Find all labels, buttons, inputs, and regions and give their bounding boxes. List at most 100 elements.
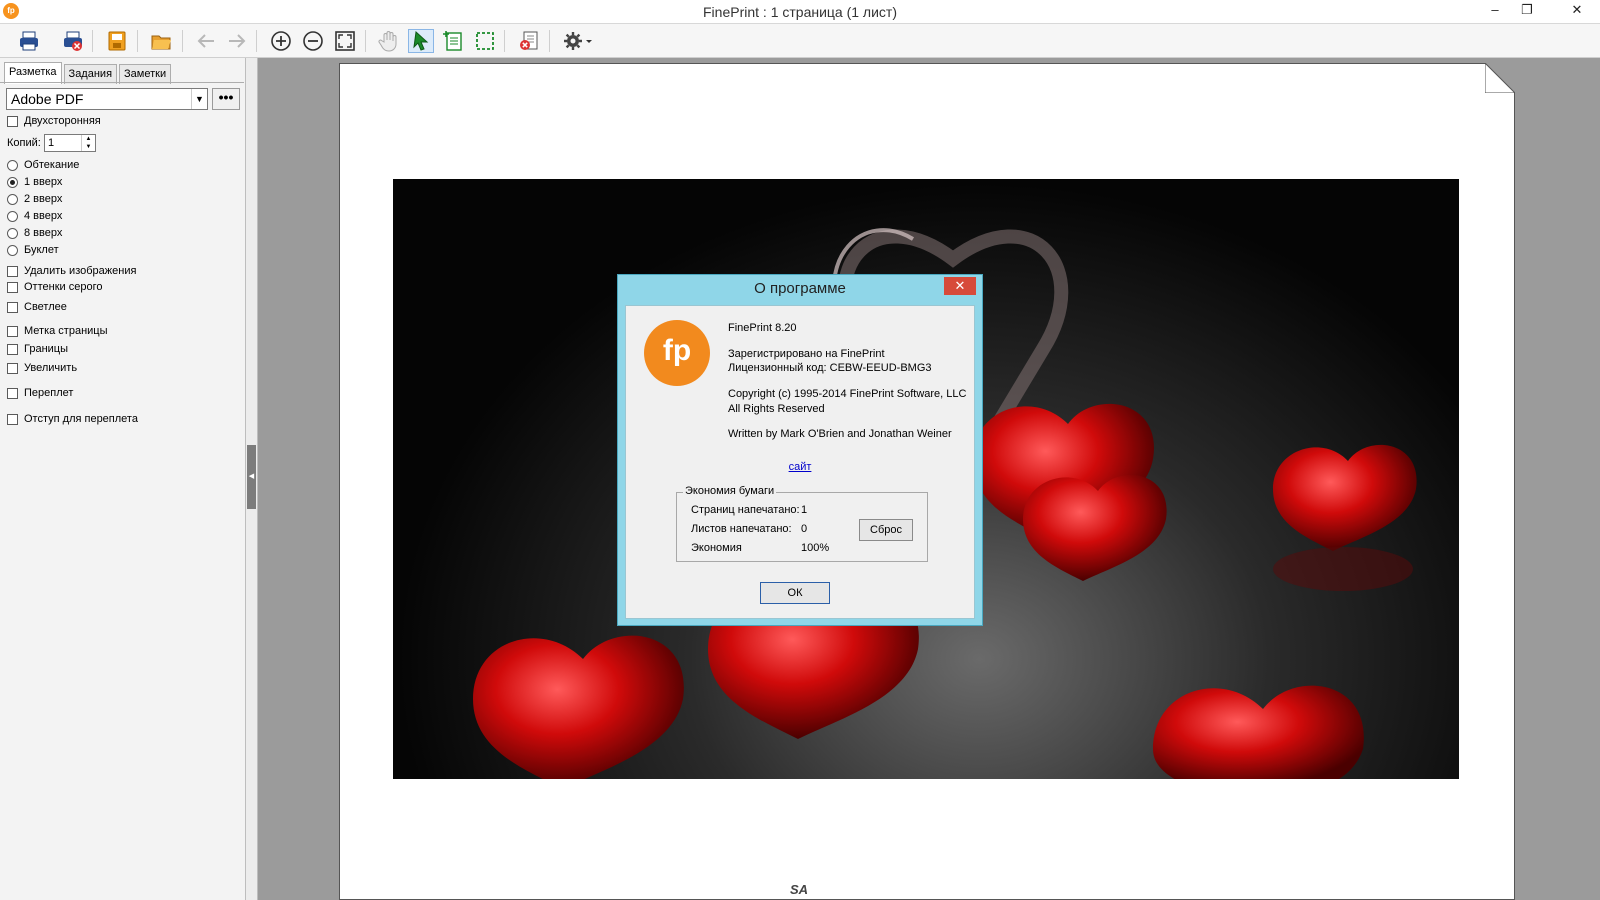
layout-panel: Разметка Задания Заметки Adobe PDF ▼ •••… — [0, 58, 246, 900]
option-label: Переплет — [24, 387, 74, 399]
radio-button[interactable] — [7, 244, 18, 256]
toolbar-separator — [182, 30, 183, 52]
fit-page-icon[interactable] — [332, 29, 358, 53]
checkbox-box[interactable] — [7, 343, 18, 355]
print-icon[interactable] — [16, 29, 42, 53]
tab-layout[interactable]: Разметка — [4, 62, 62, 84]
layout-option-label: Буклет — [24, 244, 59, 256]
copyright-text: Copyright (c) 1995-2014 FinePrint Softwa… — [728, 388, 967, 400]
page-footer-mark: SA — [790, 882, 809, 897]
tab-jobs[interactable]: Задания — [63, 64, 118, 84]
panel-splitter[interactable]: ◀ — [246, 58, 258, 900]
economy-label: Экономия — [691, 542, 742, 554]
save-icon[interactable] — [104, 29, 130, 53]
layout-radio-4up[interactable]: 4 вверх — [7, 209, 62, 223]
zoom-in-icon[interactable] — [268, 29, 294, 53]
forward-arrow-icon[interactable] — [224, 29, 250, 53]
option-label: Метка страницы — [24, 325, 108, 337]
printer-select-value: Adobe PDF — [11, 91, 84, 107]
option-label: Увеличить — [24, 362, 78, 374]
radio-button[interactable] — [7, 210, 18, 222]
checkbox-box[interactable] — [7, 387, 18, 399]
back-arrow-icon[interactable] — [193, 29, 219, 53]
printer-select[interactable]: Adobe PDF ▼ — [6, 88, 208, 110]
pages-printed-label: Страниц напечатано: — [691, 504, 800, 516]
add-page-icon[interactable] — [440, 29, 466, 53]
rights-text: All Rights Reserved — [728, 403, 825, 415]
enlarge-checkbox[interactable]: Увеличить — [7, 361, 77, 375]
select-pointer-icon[interactable] — [408, 29, 434, 53]
checkbox-box[interactable] — [7, 281, 18, 293]
checkbox-box[interactable] — [7, 115, 18, 127]
select-area-icon[interactable] — [472, 29, 498, 53]
option-label: Отступ для переплета — [24, 413, 138, 425]
radio-button[interactable] — [7, 159, 18, 171]
option-label: Оттенки серого — [24, 281, 103, 293]
lighter-checkbox[interactable]: Светлее — [7, 300, 67, 314]
hand-icon[interactable] — [376, 29, 402, 53]
grayscale-checkbox[interactable]: Оттенки серого — [7, 280, 102, 294]
delete-job-icon[interactable] — [516, 29, 542, 53]
savings-legend: Экономия бумаги — [683, 485, 777, 497]
layout-radio-booklet[interactable]: Буклет — [7, 243, 59, 257]
radio-button[interactable] — [7, 227, 18, 239]
toolbar-separator — [92, 30, 93, 52]
restore-button[interactable]: ❐ — [1512, 0, 1542, 22]
duplex-label: Двухсторонняя — [24, 115, 101, 127]
checkbox-box[interactable] — [7, 413, 18, 425]
pages-printed-value: 1 — [801, 504, 808, 516]
minimize-button[interactable]: – — [1480, 0, 1510, 22]
sheets-printed-label: Листов напечатано: — [691, 523, 792, 535]
copies-label: Копий: — [7, 137, 41, 149]
option-label: Светлее — [24, 301, 67, 313]
toolbar — [0, 24, 1600, 58]
title-bar: fp FinePrint : 1 страница (1 лист) – ❐ ✕ — [0, 0, 1600, 24]
layout-radio-8up[interactable]: 8 вверх — [7, 226, 62, 240]
option-label: Удалить изображения — [24, 265, 137, 277]
option-label: Границы — [24, 343, 68, 355]
zoom-out-icon[interactable] — [300, 29, 326, 53]
chevron-down-icon[interactable]: ▼ — [191, 89, 207, 109]
checkbox-box[interactable] — [7, 325, 18, 337]
layout-radio-wrap[interactable]: Обтекание — [7, 158, 79, 172]
ok-button[interactable]: ОК — [760, 582, 830, 604]
page-mark-checkbox[interactable]: Метка страницы — [7, 324, 108, 338]
dialog-title: О программе — [754, 280, 846, 297]
radio-button-selected[interactable] — [7, 176, 18, 188]
checkbox-box[interactable] — [7, 362, 18, 374]
site-link[interactable]: сайт — [626, 461, 974, 473]
layout-radio-2up[interactable]: 2 вверх — [7, 192, 62, 206]
authors-text: Written by Mark O'Brien and Jonathan Wei… — [728, 428, 952, 440]
toolbar-separator — [137, 30, 138, 52]
copies-value: 1 — [48, 137, 55, 149]
reset-button[interactable]: Сброс — [859, 519, 913, 541]
gutter-checkbox[interactable]: Отступ для переплета — [7, 412, 138, 426]
open-folder-icon[interactable] — [148, 29, 174, 53]
spin-arrows-icon[interactable]: ▲ ▼ — [81, 135, 95, 151]
printer-settings-button[interactable]: ••• — [212, 88, 240, 110]
remove-images-checkbox[interactable]: Удалить изображения — [7, 264, 136, 278]
dialog-close-button[interactable]: ✕ — [944, 277, 976, 295]
borders-checkbox[interactable]: Границы — [7, 342, 68, 356]
dialog-body: fp FinePrint 8.20 Зарегистрировано на Fi… — [625, 305, 975, 619]
toolbar-separator — [549, 30, 550, 52]
copies-stepper[interactable]: 1 ▲ ▼ — [44, 134, 96, 152]
checkbox-box[interactable] — [7, 265, 18, 277]
radio-button[interactable] — [7, 193, 18, 205]
version-text: FinePrint 8.20 — [728, 322, 797, 334]
toolbar-separator — [256, 30, 257, 52]
registered-text: Зарегистрировано на FinePrint — [728, 348, 885, 360]
layout-option-label: 1 вверх — [24, 176, 63, 188]
settings-gear-icon[interactable] — [560, 29, 596, 53]
collapse-panel-icon[interactable]: ◀ — [247, 445, 256, 509]
print-delete-icon[interactable] — [60, 29, 86, 53]
sheets-printed-value: 0 — [801, 523, 808, 535]
panel-tabs: Разметка Задания Заметки — [4, 62, 173, 84]
duplex-checkbox[interactable]: Двухсторонняя — [7, 114, 101, 128]
binding-checkbox[interactable]: Переплет — [7, 386, 73, 400]
close-window-button[interactable]: ✕ — [1554, 0, 1600, 22]
checkbox-box[interactable] — [7, 301, 18, 313]
tab-notes[interactable]: Заметки — [119, 64, 172, 84]
economy-value: 100% — [801, 542, 830, 554]
layout-radio-1up[interactable]: 1 вверх — [7, 175, 62, 189]
